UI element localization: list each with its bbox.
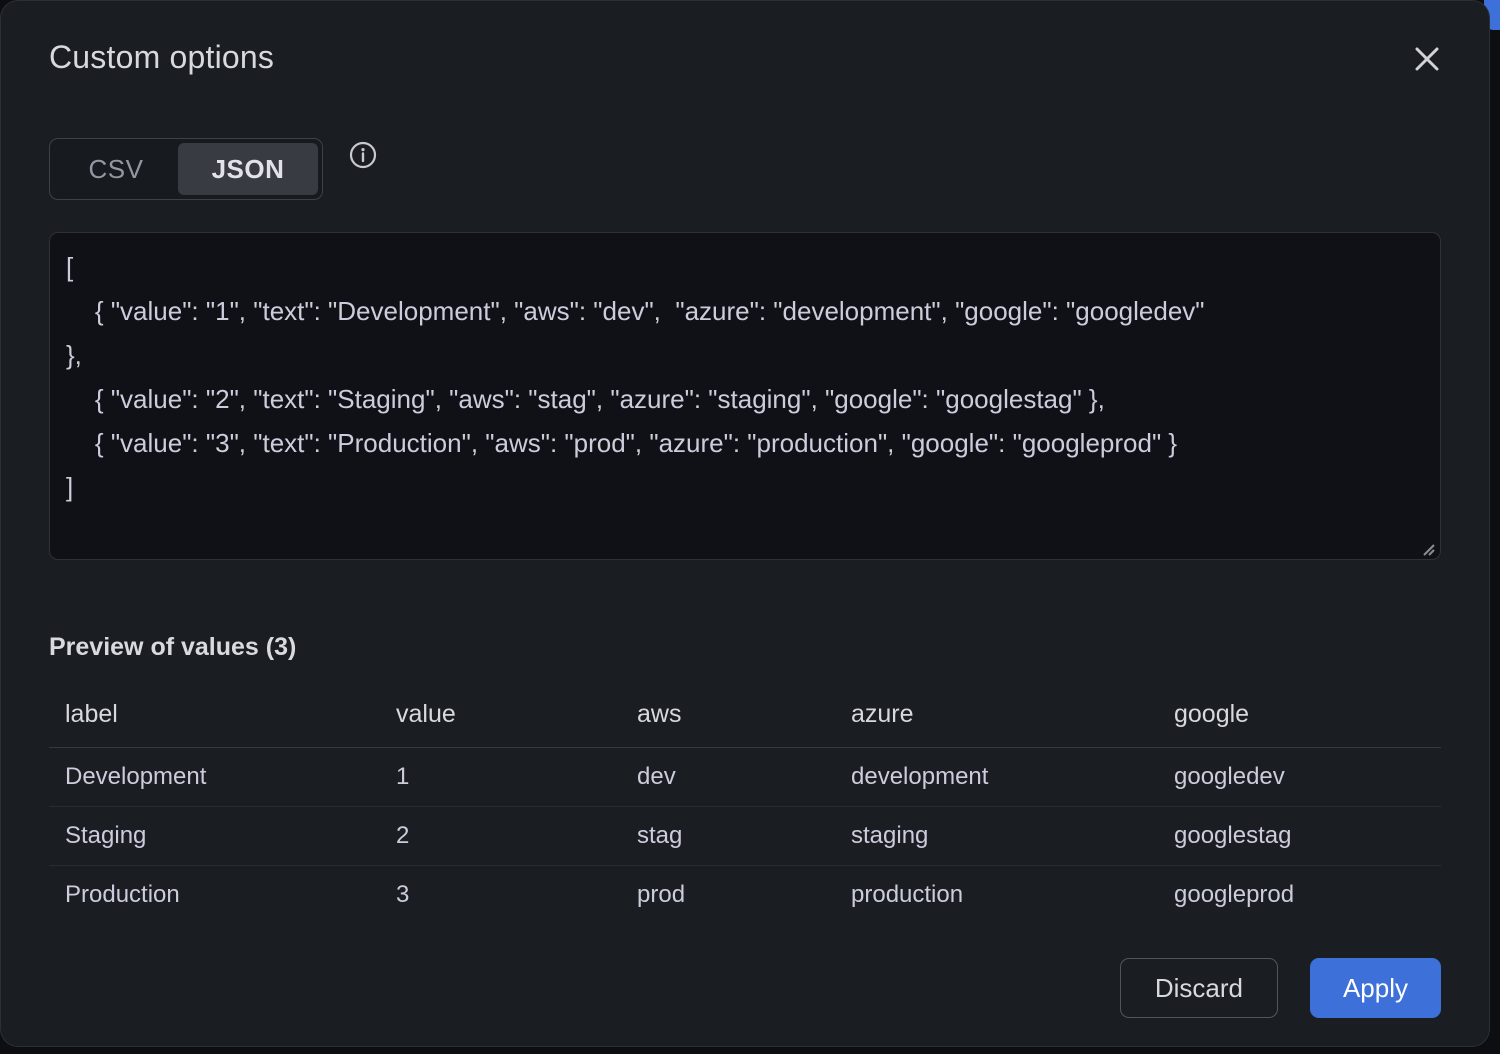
editor-wrap	[49, 232, 1441, 565]
column-header-google: google	[1158, 684, 1441, 748]
modal-header: Custom options	[49, 1, 1441, 76]
table-row: Development 1 dev development googledev	[49, 748, 1441, 807]
column-header-label: label	[49, 684, 380, 748]
column-header-value: value	[380, 684, 621, 748]
page-background: Custom options CSV JSON	[0, 0, 1500, 1054]
discard-button[interactable]: Discard	[1120, 958, 1278, 1018]
cell-azure: development	[835, 748, 1158, 807]
close-button[interactable]	[1405, 37, 1449, 81]
cell-aws: dev	[621, 748, 835, 807]
cell-google: googleprod	[1158, 866, 1441, 924]
cell-value: 1	[380, 748, 621, 807]
format-option-json[interactable]: JSON	[178, 143, 318, 195]
format-toggle-group: CSV JSON	[49, 138, 323, 200]
cell-aws: prod	[621, 866, 835, 924]
cell-aws: stag	[621, 807, 835, 866]
preview-table-body: Development 1 dev development googledev …	[49, 748, 1441, 924]
format-option-csv[interactable]: CSV	[54, 143, 178, 195]
cell-value: 3	[380, 866, 621, 924]
info-icon	[349, 141, 377, 169]
close-icon	[1412, 44, 1442, 74]
column-header-azure: azure	[835, 684, 1158, 748]
column-header-aws: aws	[621, 684, 835, 748]
apply-button[interactable]: Apply	[1310, 958, 1441, 1018]
custom-options-editor[interactable]	[49, 232, 1441, 560]
preview-heading: Preview of values (3)	[49, 633, 1441, 662]
table-header-row: label value aws azure google	[49, 684, 1441, 748]
cell-label: Staging	[49, 807, 380, 866]
cell-google: googledev	[1158, 748, 1441, 807]
modal-footer: Discard Apply	[49, 958, 1441, 1018]
table-row: Staging 2 stag staging googlestag	[49, 807, 1441, 866]
custom-options-modal: Custom options CSV JSON	[0, 0, 1490, 1047]
cell-value: 2	[380, 807, 621, 866]
preview-table: label value aws azure google Development…	[49, 684, 1441, 924]
table-row: Production 3 prod production googleprod	[49, 866, 1441, 924]
modal-title: Custom options	[49, 39, 1441, 76]
cell-azure: staging	[835, 807, 1158, 866]
cell-label: Production	[49, 866, 380, 924]
cell-google: googlestag	[1158, 807, 1441, 866]
info-button[interactable]	[349, 141, 377, 172]
format-toggle-row: CSV JSON	[49, 138, 1441, 200]
cell-azure: production	[835, 866, 1158, 924]
cell-label: Development	[49, 748, 380, 807]
preview-table-header: label value aws azure google	[49, 684, 1441, 748]
